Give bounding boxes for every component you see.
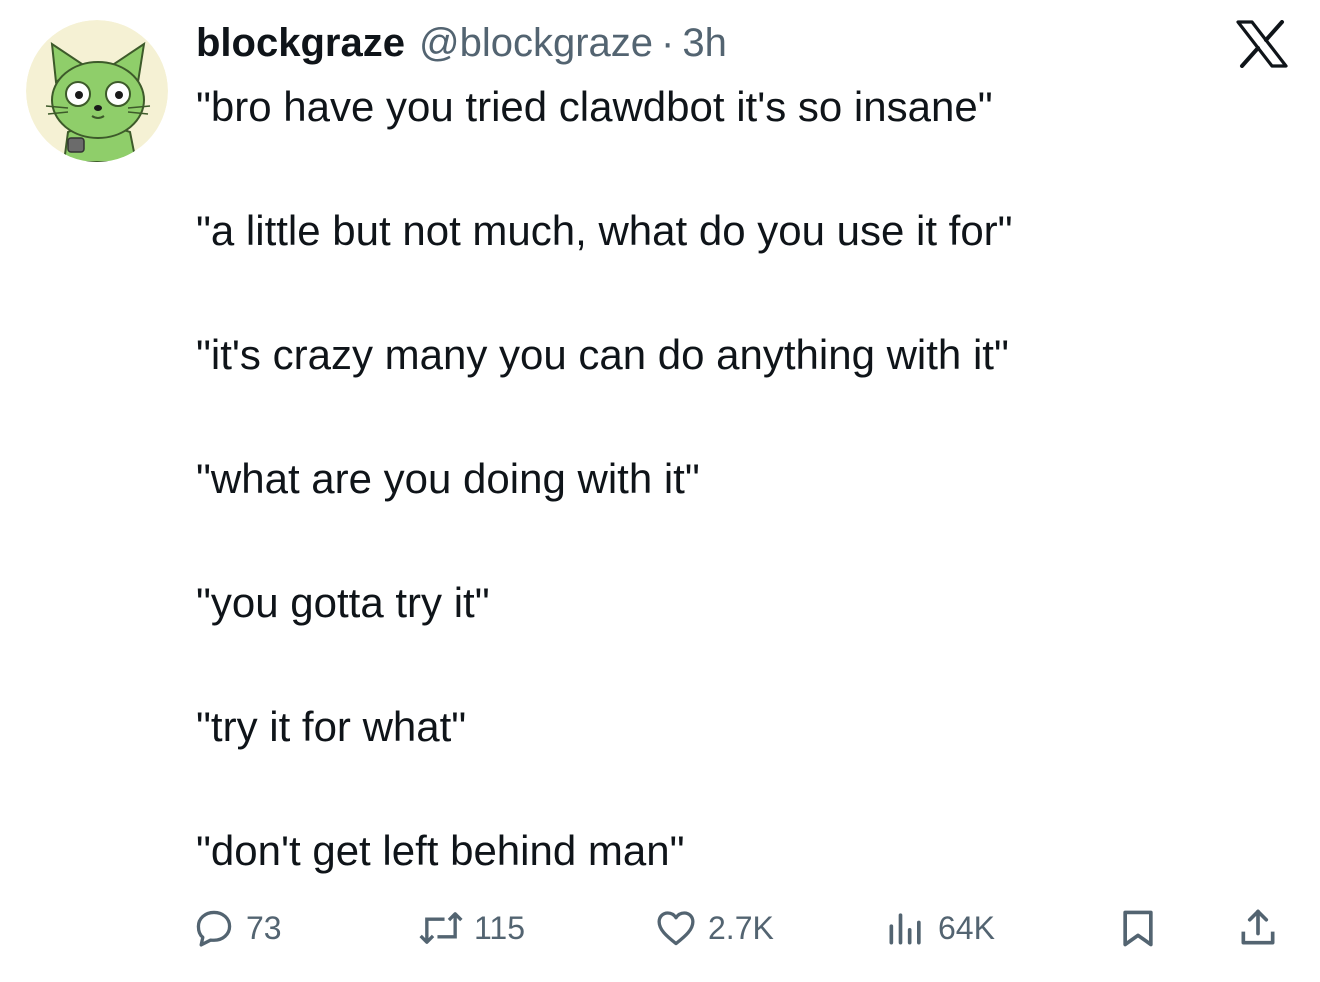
retweet-button[interactable]: 115 [418, 900, 525, 956]
tweet-line: "bro have you tried clawdbot it's so ins… [196, 83, 993, 130]
tweet-header: blockgraze @blockgraze · 3h [196, 18, 727, 68]
retweet-icon [419, 912, 463, 944]
views-button[interactable]: 64K [884, 900, 995, 956]
avatar[interactable] [26, 20, 168, 162]
tweet-line: "it's crazy many you can do anything wit… [196, 331, 1009, 378]
tweet-line: "what are you doing with it" [196, 455, 700, 502]
tweet-line: "a little but not much, what do you use … [196, 207, 1013, 254]
share-button[interactable] [1236, 900, 1280, 956]
tweet-line: "try it for what" [196, 703, 467, 750]
views-chart-icon [889, 913, 921, 945]
reply-icon [196, 910, 232, 947]
tweet-actions-bar: 73 115 2.7K 64K [192, 900, 1292, 956]
bookmark-button[interactable] [1116, 900, 1160, 956]
reply-count: 73 [246, 909, 282, 946]
bookmark-icon [1123, 910, 1153, 947]
author-handle[interactable]: @blockgraze [419, 18, 653, 68]
views-count: 64K [938, 909, 995, 946]
reply-button[interactable]: 73 [192, 900, 282, 956]
cat-avatar-icon [26, 20, 168, 162]
x-logo-icon[interactable] [1236, 20, 1288, 68]
tweet-card: blockgraze @blockgraze · 3h "bro have yo… [0, 0, 1320, 982]
like-button[interactable]: 2.7K [654, 900, 774, 956]
tweet-timestamp[interactable]: 3h [682, 18, 727, 68]
author-display-name[interactable]: blockgraze [196, 18, 405, 68]
like-count: 2.7K [708, 909, 774, 946]
header-separator: · [661, 21, 675, 65]
tweet-text: "bro have you tried clawdbot it's so ins… [196, 80, 1276, 948]
heart-icon [657, 911, 695, 946]
tweet-line: "you gotta try it" [196, 579, 490, 626]
share-icon [1241, 909, 1275, 945]
retweet-count: 115 [474, 909, 526, 946]
